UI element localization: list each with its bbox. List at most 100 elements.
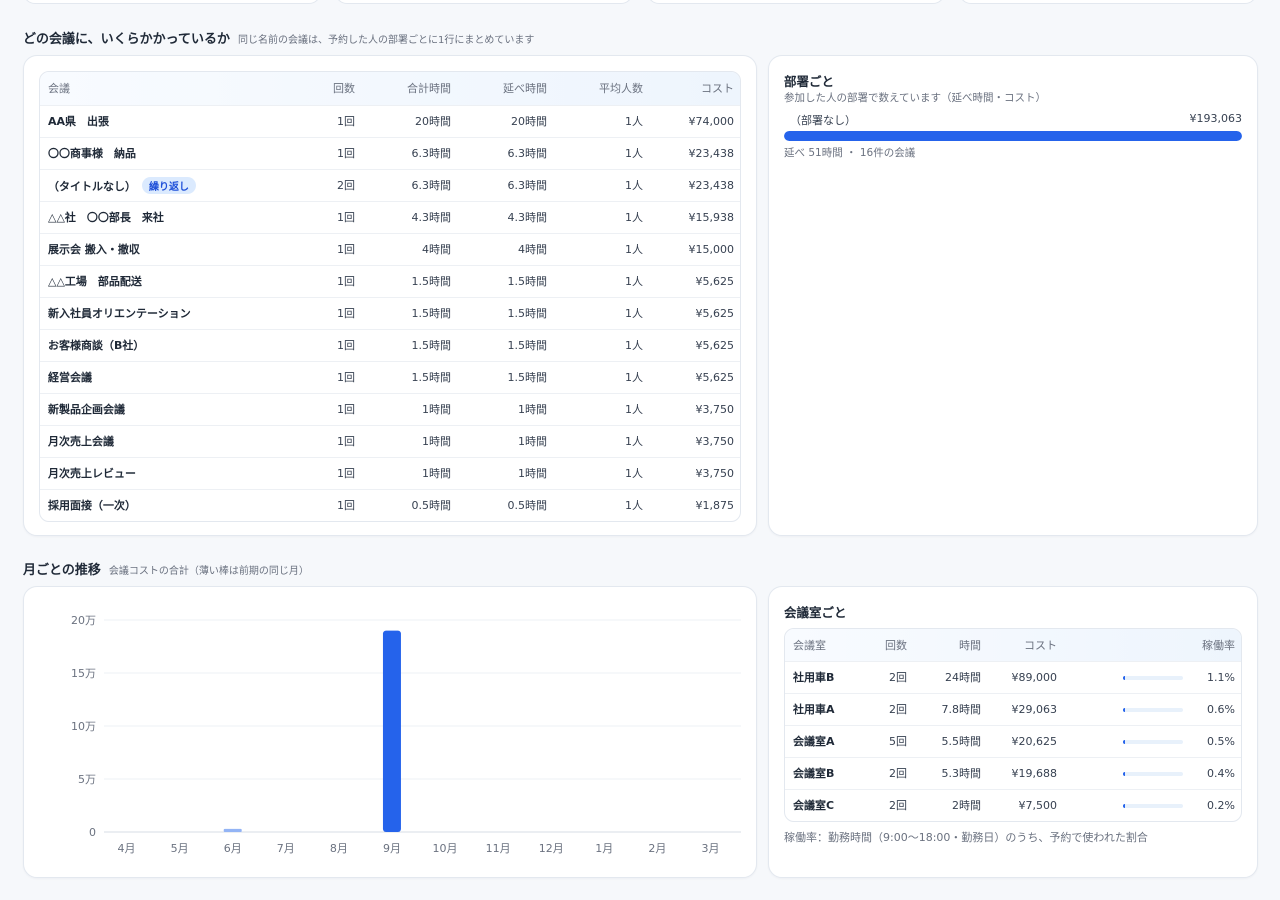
meeting-name: 新製品企画会議 bbox=[48, 403, 125, 416]
col-header-room-cost[interactable]: コスト bbox=[989, 629, 1065, 661]
meeting-cost: ¥5,625 bbox=[695, 306, 735, 320]
room-row[interactable]: 社用車B 2回 24時間 ¥89,000 1.1% bbox=[785, 661, 1241, 693]
table-row[interactable]: 新入社員オリエンテーション 1回 1.5時間 1.5時間 1人 ¥5,625 bbox=[40, 297, 740, 329]
col-header-room[interactable]: 会議室 bbox=[785, 629, 865, 661]
table-row[interactable]: 月次売上レビュー 1回 1時間 1時間 1人 ¥3,750 bbox=[40, 457, 740, 489]
col-header-room-hours[interactable]: 時間 bbox=[915, 629, 989, 661]
meetings-section-header: どの会議に、いくらかかっているか 同じ名前の会議は、予約した人の部署ごとに1行に… bbox=[23, 28, 534, 47]
meeting-name-cell: △△社 〇〇部長 来社 bbox=[40, 201, 275, 233]
room-count: 5回 bbox=[889, 735, 907, 748]
meeting-count: 1回 bbox=[337, 339, 355, 352]
monthly-cost-chart: 0 5万 10万 15万 20万 4月 5月 6月 7月 8月 9月 10月 11月 12月 1月 2月 3月 bbox=[71, 614, 741, 855]
meeting-name: 採用面接（一次） bbox=[48, 499, 136, 513]
room-hours: 2時間 bbox=[952, 799, 981, 813]
col-header-total-hours[interactable]: 合計時間 bbox=[363, 72, 459, 105]
dept-card-title: 部署ごと bbox=[784, 74, 835, 89]
meeting-count: 1回 bbox=[337, 467, 355, 480]
col-header-room-count[interactable]: 回数 bbox=[865, 629, 915, 661]
room-cost: ¥89,000 bbox=[1011, 670, 1058, 684]
meeting-count: 1回 bbox=[337, 211, 355, 224]
meeting-total-hours: 0.5時間 bbox=[411, 499, 452, 513]
meeting-total-hours: 6.3時間 bbox=[411, 147, 452, 160]
col-header-person-hours[interactable]: 延べ時間 bbox=[459, 72, 555, 105]
table-row[interactable]: お客様商談（B社） 1回 1.5時間 1.5時間 1人 ¥5,625 bbox=[40, 329, 740, 361]
meeting-cost: ¥3,750 bbox=[695, 434, 735, 448]
table-row[interactable]: 採用面接（一次） 1回 0.5時間 0.5時間 1人 ¥1,875 bbox=[40, 489, 740, 521]
table-row[interactable]: 展示会 搬入・撤収 1回 4時間 4時間 1人 ¥15,000 bbox=[40, 233, 740, 265]
meeting-name-cell: 経営会議 bbox=[40, 361, 275, 393]
room-utilization: 1.1% bbox=[1065, 661, 1241, 693]
utilization-value: 1.1% bbox=[1207, 670, 1235, 684]
col-header-count[interactable]: 回数 bbox=[275, 72, 363, 105]
table-row[interactable]: 経営会議 1回 1.5時間 1.5時間 1人 ¥5,625 bbox=[40, 361, 740, 393]
dept-card-subtitle: 参加した人の部署で数えています（延べ時間・コスト） bbox=[784, 92, 1046, 104]
meeting-name-cell: 月次売上レビュー bbox=[40, 457, 275, 489]
summary-card-2 bbox=[335, 0, 633, 4]
meeting-total-hours: 1時間 bbox=[422, 467, 451, 480]
x-tick-label: 6月 bbox=[224, 842, 242, 855]
room-hours: 24時間 bbox=[945, 671, 981, 684]
room-name: 会議室A bbox=[793, 735, 835, 748]
y-tick-label: 20万 bbox=[71, 614, 96, 627]
room-row[interactable]: 会議室B 2回 5.3時間 ¥19,688 0.4% bbox=[785, 757, 1241, 789]
room-count: 2回 bbox=[889, 767, 907, 780]
utilization-bar-fill bbox=[1123, 739, 1125, 744]
y-tick-label: 0 bbox=[89, 826, 96, 839]
room-row[interactable]: 社用車A 2回 7.8時間 ¥29,063 0.6% bbox=[785, 693, 1241, 725]
col-header-cost[interactable]: コスト bbox=[651, 72, 740, 105]
table-row[interactable]: （タイトルなし） 繰り返し 2回 6.3時間 6.3時間 1人 ¥23,438 bbox=[40, 169, 740, 201]
meeting-name-cell: 新製品企画会議 bbox=[40, 393, 275, 425]
table-row[interactable]: 〇〇商事様 納品 1回 6.3時間 6.3時間 1人 ¥23,438 bbox=[40, 137, 740, 169]
meeting-person-hours: 1時間 bbox=[518, 403, 547, 416]
meeting-count: 1回 bbox=[337, 371, 355, 384]
table-row[interactable]: AA県 出張 1回 20時間 20時間 1人 ¥74,000 bbox=[40, 105, 740, 137]
room-name: 会議室C bbox=[793, 799, 835, 813]
meeting-name: 展示会 搬入・撤収 bbox=[48, 243, 140, 256]
meeting-name-cell: 新入社員オリエンテーション bbox=[40, 297, 275, 329]
meeting-cost: ¥15,938 bbox=[688, 210, 735, 224]
meeting-avg-people: 1人 bbox=[625, 371, 643, 384]
room-hours: 5.3時間 bbox=[941, 767, 982, 780]
utilization-bar bbox=[1123, 675, 1183, 680]
meeting-person-hours: 0.5時間 bbox=[507, 499, 548, 513]
col-header-utilization[interactable]: 稼働率 bbox=[1065, 629, 1241, 661]
meetings-table-header: 会議 回数 合計時間 延べ時間 平均人数 コスト bbox=[40, 72, 740, 105]
meeting-name: 新入社員オリエンテーション bbox=[48, 307, 191, 320]
room-name: 会議室B bbox=[793, 767, 835, 780]
meeting-avg-people: 1人 bbox=[625, 243, 643, 256]
dept-share-bar-fill bbox=[784, 131, 1242, 141]
col-header-avg-people[interactable]: 平均人数 bbox=[555, 72, 651, 105]
dept-cost: ¥193,063 bbox=[1189, 112, 1243, 125]
meeting-name: 経営会議 bbox=[48, 371, 92, 384]
utilization-bar-fill bbox=[1123, 803, 1125, 808]
room-row[interactable]: 会議室A 5回 5.5時間 ¥20,625 0.5% bbox=[785, 725, 1241, 757]
meeting-cost: ¥1,875 bbox=[695, 498, 735, 512]
dept-row: （部署なし） ¥193,063 bbox=[784, 112, 1242, 128]
table-row[interactable]: △△社 〇〇部長 来社 1回 4.3時間 4.3時間 1人 ¥15,938 bbox=[40, 201, 740, 233]
meeting-name-cell: AA県 出張 bbox=[40, 105, 275, 137]
meeting-avg-people: 1人 bbox=[625, 435, 643, 448]
meeting-name: （タイトルなし） bbox=[48, 179, 136, 193]
meeting-person-hours: 1.5時間 bbox=[507, 275, 548, 288]
meeting-total-hours: 20時間 bbox=[415, 115, 451, 128]
table-row[interactable]: 新製品企画会議 1回 1時間 1時間 1人 ¥3,750 bbox=[40, 393, 740, 425]
meeting-name-cell: 〇〇商事様 納品 bbox=[40, 137, 275, 169]
summary-card-4 bbox=[959, 0, 1257, 4]
dept-share-bar bbox=[784, 131, 1242, 141]
room-cost: ¥20,625 bbox=[1011, 734, 1058, 748]
table-row[interactable]: △△工場 部品配送 1回 1.5時間 1.5時間 1人 ¥5,625 bbox=[40, 265, 740, 297]
monthly-chart-card: 0 5万 10万 15万 20万 4月 5月 6月 7月 8月 9月 10月 11月 12月 1月 2月 3月 bbox=[23, 586, 757, 878]
bar-previous[interactable] bbox=[223, 828, 242, 832]
room-cost: ¥19,688 bbox=[1011, 766, 1058, 780]
meeting-avg-people: 1人 bbox=[625, 307, 643, 320]
monthly-section-title: 月ごとの推移 bbox=[23, 563, 101, 578]
room-name: 社用車B bbox=[793, 671, 835, 684]
meeting-count: 1回 bbox=[337, 147, 355, 160]
col-header-meeting[interactable]: 会議 bbox=[40, 72, 275, 105]
room-row[interactable]: 会議室C 2回 2時間 ¥7,500 0.2% bbox=[785, 789, 1241, 821]
room-count: 2回 bbox=[889, 799, 907, 813]
bar-current[interactable] bbox=[382, 630, 401, 832]
table-row[interactable]: 月次売上会議 1回 1時間 1時間 1人 ¥3,750 bbox=[40, 425, 740, 457]
utilization-value: 0.5% bbox=[1207, 734, 1235, 748]
meeting-person-hours: 20時間 bbox=[511, 115, 547, 128]
